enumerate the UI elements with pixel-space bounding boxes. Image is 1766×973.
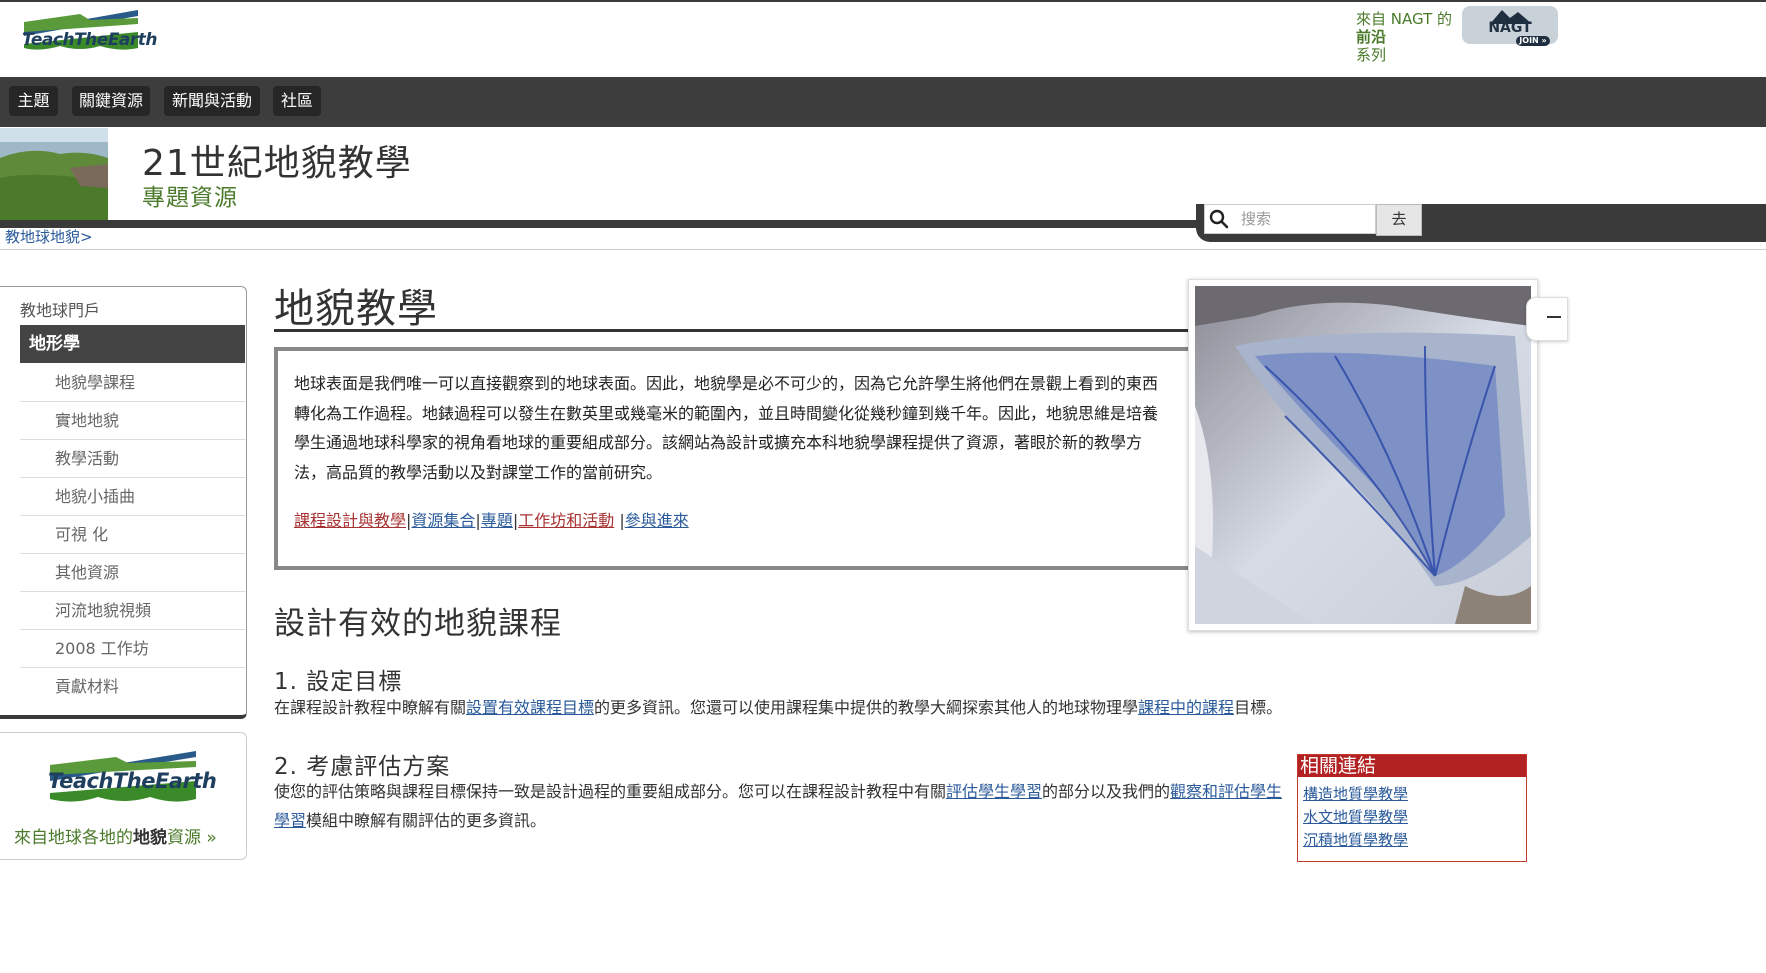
sidebar-item[interactable]: 實地地貌	[20, 402, 245, 440]
related-links-box: 相關連結 構造地質學教學 水文地質學教學 沉積地質學教學	[1297, 754, 1527, 862]
step-2-text: 使您的評估策略與課程目標保持一致是設計過程的重要組成部分。您可以在課程設計教程中…	[274, 777, 1284, 835]
section-heading: 設計有效的地貌課程	[274, 606, 562, 642]
sidebar-item[interactable]: 地貌小插曲	[20, 478, 245, 516]
top-border	[0, 0, 1766, 2]
main-navbar: 主題 關鍵資源 新聞與活動 社區	[0, 77, 1766, 127]
step-1-text-c: 目標。	[1234, 698, 1283, 717]
collapse-toggle[interactable]	[1526, 297, 1568, 341]
intro-links: 課程設計與教學|資源集合|專題|工作坊和活動 |參與進來	[294, 507, 689, 531]
step-2-heading: 2. 考慮評估方案	[274, 754, 451, 780]
promo-text-bold: 地貌	[133, 828, 167, 848]
intro-box: 地球表面是我們唯一可以直接觀察到的地球表面。因此，地貌學是必不可少的，因為它允許…	[274, 347, 1188, 570]
step-1-text: 在課程設計教程中瞭解有關設置有效課程目標的更多資訊。您還可以使用課程集中提供的教…	[274, 693, 1282, 722]
nagt-line-3: 系列	[1356, 46, 1387, 64]
banner-landscape-image	[0, 128, 108, 220]
search-field-wrapper	[1204, 204, 1376, 234]
search-input[interactable]	[1239, 207, 1373, 231]
link-course-design[interactable]: 課程設計與教學	[294, 511, 406, 530]
related-links-title: 相關連結	[1298, 755, 1526, 777]
related-link-hydro[interactable]: 水文地質學教學	[1303, 806, 1408, 827]
related-link-structural[interactable]: 構造地質學教學	[1303, 783, 1408, 804]
teachtheearth-promo[interactable]: TeachTheEarth 來自地球各地的地貌資源 »	[0, 732, 247, 860]
sidebar-item[interactable]: 河流地貌視頻	[20, 592, 245, 630]
step-1-heading: 1. 設定目標	[274, 669, 403, 695]
step-1-text-b: 的更多資訊。您還可以使用課程集中提供的教學大綱探索其他人的地球物理學	[594, 698, 1139, 717]
breadcrumb-divider	[0, 249, 1766, 250]
search-icon	[1209, 209, 1229, 229]
step-2-text-c: 模組中瞭解有關評估的更多資訊。	[306, 811, 547, 830]
nagt-badge-text: NAGT	[1488, 20, 1532, 36]
link-course-goals[interactable]: 課程中的課程	[1138, 698, 1234, 717]
step-1-text-a: 在課程設計教程中瞭解有關	[274, 698, 467, 717]
promo-logo: TeachTheEarth	[46, 749, 217, 807]
promo-text-prefix: 來自地球各地的	[14, 828, 133, 848]
title-rule	[274, 329, 1188, 332]
alluvial-fan-satellite-image	[1195, 286, 1531, 624]
sidebar-item[interactable]: 貢獻材料	[20, 668, 245, 706]
banner-subtitle: 專題資源	[142, 185, 238, 211]
nagt-line-2: 前沿	[1356, 28, 1387, 46]
link-set-goals[interactable]: 設置有效課程目標	[466, 698, 594, 717]
teachtheearth-logo[interactable]: TeachTheEarth	[20, 8, 158, 54]
related-link-sedimentary[interactable]: 沉積地質學教學	[1303, 829, 1408, 850]
nav-key-resources[interactable]: 關鍵資源	[72, 86, 150, 116]
nav-community[interactable]: 社區	[273, 86, 321, 116]
minus-icon	[1547, 316, 1561, 318]
link-topics[interactable]: 專題	[481, 511, 513, 530]
sidebar-item-active[interactable]: 地形學	[20, 325, 245, 363]
nagt-line-1: 來自 NAGT 的	[1356, 10, 1453, 28]
sidebar-item[interactable]: 可視 化	[20, 516, 245, 554]
breadcrumb[interactable]: 教地球地貌>	[5, 226, 93, 247]
nagt-join-badge[interactable]: NAGT JOIN »	[1462, 4, 1558, 48]
link-assess-learning[interactable]: 評估學生學習	[946, 782, 1042, 801]
sidebar-portal-link[interactable]: 教地球門戶	[20, 297, 100, 321]
sidebar-item[interactable]: 其他資源	[20, 554, 245, 592]
step-2-text-b: 的部分以及我們的	[1042, 782, 1171, 801]
nav-news-events[interactable]: 新聞與活動	[164, 86, 260, 116]
link-get-involved[interactable]: 參與進來	[625, 511, 689, 530]
nav-topics[interactable]: 主題	[9, 86, 58, 116]
alluvial-fan-image-frame[interactable]	[1188, 279, 1538, 631]
search-go-button[interactable]: 去	[1376, 204, 1422, 236]
sidebar-nav: 教地球門戶 地形學 地貌學課程 實地地貌 教學活動 地貌小插曲 可視 化 其他資…	[0, 286, 247, 719]
sidebar-item[interactable]: 2008 工作坊	[20, 630, 245, 668]
logo-text: TeachTheEarth	[22, 30, 158, 50]
link-workshops[interactable]: 工作坊和活動	[518, 511, 614, 530]
promo-logo-text: TeachTheEarth	[48, 769, 217, 793]
intro-text: 地球表面是我們唯一可以直接觀察到的地球表面。因此，地貌學是必不可少的，因為它允許…	[294, 374, 1159, 482]
sidebar-item[interactable]: 教學活動	[20, 440, 245, 478]
promo-text-suffix: 資源 »	[167, 828, 217, 848]
page-title: 地貌教學	[274, 286, 438, 332]
promo-link[interactable]: 來自地球各地的地貌資源 »	[14, 823, 217, 848]
nagt-frontier-text[interactable]: 來自 NAGT 的 前沿 系列	[1356, 10, 1466, 64]
nagt-join-text: JOIN »	[1519, 36, 1547, 45]
step-2-text-a: 使您的評估策略與課程目標保持一致是設計過程的重要組成部分。您可以在課程設計教程中…	[274, 782, 947, 801]
sidebar-item[interactable]: 地貌學課程	[20, 364, 245, 402]
link-collections[interactable]: 資源集合	[411, 511, 475, 530]
banner-underline	[0, 220, 1200, 228]
